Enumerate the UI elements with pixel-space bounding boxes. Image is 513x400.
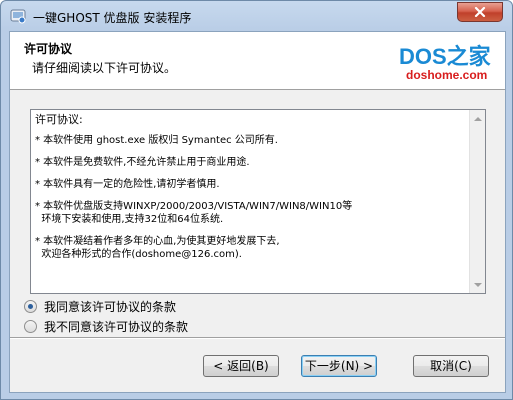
close-button[interactable] <box>457 2 503 22</box>
license-item: * 本软件使用 ghost.exe 版权归 Symantec 公司所有. <box>35 135 278 146</box>
back-button[interactable]: < 返回(B) <box>203 355 279 377</box>
disagree-radio[interactable] <box>24 320 37 333</box>
dialog-client-area: 许可协议 请仔细阅读以下许可协议。 DOS之家 doshome.com 许可协议… <box>9 31 506 393</box>
license-item: * 本软件优盘版支持WINXP/2000/2003/VISTA/WIN7/WIN… <box>35 201 353 212</box>
agree-radio[interactable] <box>24 300 37 313</box>
logo-url-text: doshome.com <box>406 68 488 82</box>
page-title: 许可协议 <box>24 42 73 56</box>
license-item: 欢迎各种形式的合作(doshome@126.com). <box>35 249 242 260</box>
footer-separator <box>10 337 505 339</box>
license-item: * 本软件凝结着作者多年的心血,为使其更好地发展下去, <box>35 236 280 247</box>
license-item: * 本软件具有一定的危险性,请初学者慎用. <box>35 179 220 190</box>
close-icon <box>474 7 486 17</box>
arrow-down-icon <box>474 282 482 287</box>
scroll-down-button[interactable] <box>470 276 486 293</box>
title-bar[interactable]: 一键GHOST 优盘版 安装程序 <box>1 1 512 31</box>
disagree-label: 我不同意该许可协议的条款 <box>44 320 189 334</box>
next-button[interactable]: 下一步(N) > <box>301 355 377 377</box>
agree-label: 我同意该许可协议的条款 <box>44 300 177 314</box>
page-header: 许可协议 请仔细阅读以下许可协议。 DOS之家 doshome.com <box>10 32 505 90</box>
license-item: * 本软件是免费软件,不经允许禁止用于商业用途. <box>35 157 250 168</box>
license-text-box[interactable]: 许可协议: * 本软件使用 ghost.exe 版权归 Symantec 公司所… <box>30 109 486 294</box>
logo-main-text: DOS之家 <box>399 44 491 69</box>
installer-app-icon <box>10 9 26 24</box>
license-heading: 许可协议: <box>35 113 83 126</box>
disagree-option[interactable]: 我不同意该许可协议的条款 <box>24 318 188 335</box>
license-item: 环境下安装和使用,支持32位和64位系统. <box>35 214 224 225</box>
license-content: 许可协议: * 本软件使用 ghost.exe 版权归 Symantec 公司所… <box>31 110 468 293</box>
installer-window: 一键GHOST 优盘版 安装程序 许可协议 请仔细阅读以下许可协议。 DOS之家… <box>0 0 513 400</box>
window-title: 一键GHOST 优盘版 安装程序 <box>33 11 192 25</box>
page-subtitle: 请仔细阅读以下许可协议。 <box>32 61 177 75</box>
arrow-up-icon <box>474 116 482 121</box>
scroll-up-button[interactable] <box>470 110 486 127</box>
cancel-button[interactable]: 取消(C) <box>413 355 489 377</box>
dos-home-logo: DOS之家 doshome.com <box>395 37 503 87</box>
agree-option[interactable]: 我同意该许可协议的条款 <box>24 298 176 315</box>
vertical-scrollbar[interactable] <box>469 110 485 293</box>
